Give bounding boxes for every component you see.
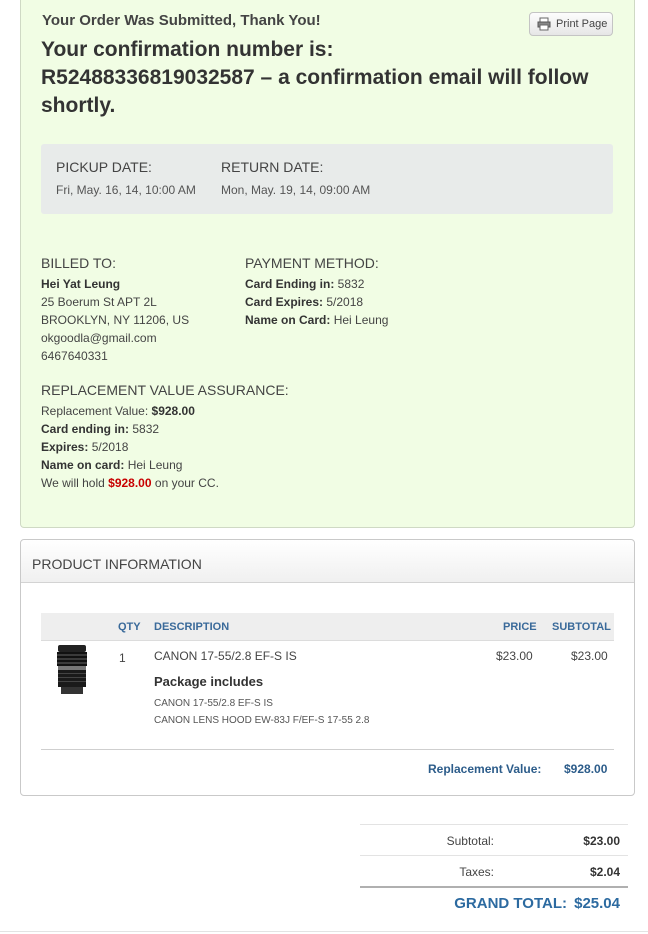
pickup-date-value: Fri, May. 16, 14, 10:00 AM (56, 183, 196, 197)
billing-phone: 6467640331 (41, 349, 108, 363)
subtotal-label: Subtotal: (446, 834, 494, 848)
card-expires-label: Card Expires: (245, 295, 324, 309)
rva-name-label: Name on card: (41, 458, 125, 472)
order-totals: Subtotal: $23.00 Taxes: $2.04 GRAND TOTA… (360, 824, 628, 918)
package-items-list: CANON 17-55/2.8 EF-S IS CANON LENS HOOD … (154, 695, 369, 729)
grand-total-row: GRAND TOTAL: $25.04 (360, 886, 628, 918)
package-includes-title: Package includes (154, 674, 264, 689)
hold-suffix: on your CC. (154, 476, 219, 490)
lens-thumbnail (57, 645, 87, 694)
rva-name-value: Hei Leung (127, 458, 183, 472)
rva-expires-label: Expires: (41, 440, 89, 454)
rva-card-label: Card ending in: (41, 422, 129, 436)
item-qty: 1 (119, 651, 126, 665)
billing-city: BROOKLYN, NY 11206, US (41, 313, 190, 327)
confirmation-panel: Your Order Was Submitted, Thank You! Pri… (20, 0, 635, 528)
billing-email: okgoodla@gmail.com (41, 331, 157, 345)
item-description: CANON 17-55/2.8 EF-S IS (154, 649, 297, 663)
payment-details: Card Ending in: 5832 Card Expires: 5/201… (245, 275, 388, 329)
billing-street: 25 Boerum St APT 2L (41, 295, 157, 309)
replacement-value-label: Replacement Value: (428, 762, 542, 776)
subtotal-column-header: SUBTOTAL (552, 621, 611, 633)
hold-amount: $928.00 (108, 476, 152, 490)
replacement-value-amount: $928.00 (564, 762, 608, 776)
subtotal-row: Subtotal: $23.00 (360, 824, 628, 855)
confirmation-prefix: Your confirmation number is: (41, 38, 334, 61)
page-bottom-divider (0, 931, 648, 932)
taxes-label: Taxes: (459, 865, 494, 879)
rva-value: $928.00 (151, 404, 195, 418)
return-date-value: Mon, May. 19, 14, 09:00 AM (221, 183, 371, 197)
product-divider (41, 749, 614, 750)
product-row: 1 CANON 17-55/2.8 EF-S IS $23.00 $23.00 … (41, 641, 614, 749)
product-table-header: QTY DESCRIPTION PRICE SUBTOTAL (41, 613, 614, 641)
rva-expires-value: 5/2018 (91, 440, 129, 454)
name-on-card-label: Name on Card: (245, 313, 331, 327)
package-item: CANON 17-55/2.8 EF-S IS (154, 698, 273, 709)
return-date: RETURN DATE: Mon, May. 19, 14, 09:00 AM (221, 159, 370, 197)
rva-heading: REPLACEMENT VALUE ASSURANCE: (41, 382, 289, 398)
description-column-header: DESCRIPTION (154, 621, 230, 633)
payment-method-heading: PAYMENT METHOD: (245, 255, 379, 271)
product-panel-title: PRODUCT INFORMATION (21, 540, 634, 583)
price-column-header: PRICE (503, 621, 537, 633)
grand-total-value: $25.04 (574, 895, 620, 912)
print-page-label: Print Page (556, 18, 608, 30)
card-expires-value: 5/2018 (326, 295, 364, 309)
rva-value-label: Replacement Value: (41, 404, 149, 418)
billing-address: Hei Yat Leung 25 Boerum St APT 2L BROOKL… (41, 275, 189, 365)
rva-card-value: 5832 (132, 422, 160, 436)
pickup-date-label: PICKUP DATE: (56, 159, 152, 175)
card-ending-label: Card Ending in: (245, 277, 335, 291)
rva-details: Replacement Value: $928.00 Card ending i… (41, 402, 219, 492)
order-submitted-heading: Your Order Was Submitted, Thank You! (42, 12, 321, 29)
confirmation-number: R52488336819032587 (41, 66, 255, 89)
billed-to-heading: BILLED TO: (41, 255, 116, 271)
product-information-panel: PRODUCT INFORMATION QTY DESCRIPTION PRIC… (20, 539, 635, 796)
printer-icon (537, 17, 551, 31)
billing-name: Hei Yat Leung (41, 277, 121, 291)
qty-column-header: QTY (118, 621, 141, 633)
grand-total-label: GRAND TOTAL: (454, 895, 567, 912)
confirmation-number-heading: Your confirmation number is: R5248833681… (41, 36, 621, 120)
hold-prefix: We will hold (41, 476, 105, 490)
item-price: $23.00 (496, 649, 533, 663)
subtotal-value: $23.00 (583, 834, 620, 848)
taxes-value: $2.04 (589, 865, 620, 879)
card-ending-value: 5832 (337, 277, 365, 291)
print-page-button[interactable]: Print Page (529, 12, 613, 36)
package-item: CANON LENS HOOD EW-83J F/EF-S 17-55 2.8 (154, 715, 370, 726)
name-on-card-value: Hei Leung (333, 313, 389, 327)
rental-dates-box: PICKUP DATE: Fri, May. 16, 14, 10:00 AM … (41, 144, 613, 214)
item-subtotal: $23.00 (571, 649, 608, 663)
return-date-label: RETURN DATE: (221, 159, 324, 175)
taxes-row: Taxes: $2.04 (360, 855, 628, 886)
pickup-date: PICKUP DATE: Fri, May. 16, 14, 10:00 AM (56, 159, 196, 197)
